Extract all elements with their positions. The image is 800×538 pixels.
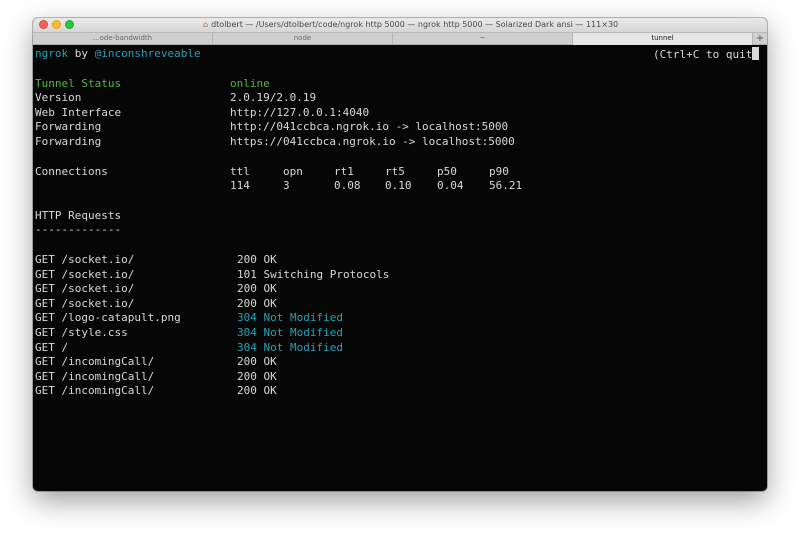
forwarding-label: Forwarding: [35, 120, 102, 133]
request-path: GET /style.css: [35, 326, 128, 339]
connections-col-p50: p50: [437, 165, 457, 178]
home-folder-icon: ⌂: [203, 20, 209, 29]
tab-code-bandwidth[interactable]: ...ode-bandwidth: [33, 33, 213, 45]
connections-col-ttl: ttl: [230, 165, 250, 178]
app-name: ngrok: [35, 47, 69, 60]
add-tab-button[interactable]: +: [752, 33, 767, 45]
response-status: 304 Not Modified: [237, 326, 343, 339]
connections-p50-value: 0.04: [437, 179, 464, 192]
terminal-window: ⌂ dtolbert — /Users/dtolbert/code/ngrok h…: [33, 18, 767, 491]
status-value: online: [230, 77, 270, 90]
request-path: GET /incomingCall/: [35, 370, 155, 383]
response-status: 200 OK: [237, 370, 277, 383]
text-cursor: [752, 47, 760, 60]
connections-col-p90: p90: [489, 165, 509, 178]
by-text: by: [74, 47, 88, 60]
response-status: 304 Not Modified: [237, 311, 343, 324]
title-bar[interactable]: ⌂ dtolbert — /Users/dtolbert/code/ngrok h…: [33, 18, 767, 32]
close-window-button[interactable]: [39, 20, 48, 29]
response-status: 200 OK: [237, 355, 277, 368]
zoom-window-button[interactable]: [65, 20, 74, 29]
request-path: GET /socket.io/: [35, 268, 135, 281]
http-requests-rule: -------------: [35, 223, 122, 236]
connections-rt5-value: 0.10: [385, 179, 412, 192]
request-path: GET /incomingCall/: [35, 355, 155, 368]
request-path: GET /socket.io/: [35, 297, 135, 310]
web-interface-label: Web Interface: [35, 106, 122, 119]
forwarding-https-value: https://041ccbca.ngrok.io -> localhost:5…: [230, 135, 515, 148]
request-path: GET /: [35, 341, 69, 354]
tab-bar: ...ode-bandwidth node ~ tunnel +: [33, 32, 767, 45]
request-path: GET /socket.io/: [35, 253, 135, 266]
window-title: ⌂ dtolbert — /Users/dtolbert/code/ngrok h…: [203, 20, 619, 29]
connections-opn-value: 3: [283, 179, 290, 192]
response-status: 304 Not Modified: [237, 341, 343, 354]
version-label: Version: [35, 91, 82, 104]
response-status: 200 OK: [237, 282, 277, 295]
request-path: GET /incomingCall/: [35, 384, 155, 397]
ngrok-banner: ngrok by @inconshreveable: [35, 47, 201, 61]
tab-home[interactable]: ~: [393, 33, 573, 45]
minimize-window-button[interactable]: [52, 20, 61, 29]
status-label: Tunnel Status: [35, 77, 122, 90]
connections-col-rt1: rt1: [334, 165, 354, 178]
connections-rt1-value: 0.08: [334, 179, 361, 192]
quit-hint: (Ctrl+C to quit: [653, 47, 760, 62]
response-status: 200 OK: [237, 384, 277, 397]
web-interface-value: http://127.0.0.1:4040: [230, 106, 370, 119]
http-requests-heading: HTTP Requests: [35, 209, 122, 222]
request-path: GET /logo-catapult.png: [35, 311, 181, 324]
forwarding-http-value: http://041ccbca.ngrok.io -> localhost:50…: [230, 120, 509, 133]
connections-col-opn: opn: [283, 165, 303, 178]
terminal-output[interactable]: ngrok by @inconshreveable (Ctrl+C to qui…: [33, 45, 767, 491]
response-status: 200 OK: [237, 297, 277, 310]
connections-ttl-value: 114: [230, 179, 250, 192]
connections-p90-value: 56.21: [489, 179, 523, 192]
connections-col-rt5: rt5: [385, 165, 405, 178]
response-status: 101 Switching Protocols: [237, 268, 390, 281]
request-path: GET /socket.io/: [35, 282, 135, 295]
author-handle: @inconshreveable: [94, 47, 201, 60]
tab-tunnel[interactable]: tunnel: [573, 33, 753, 45]
tab-node[interactable]: node: [213, 33, 393, 45]
version-value: 2.0.19/2.0.19: [230, 91, 317, 104]
connections-label: Connections: [35, 165, 108, 178]
forwarding-label: Forwarding: [35, 135, 102, 148]
response-status: 200 OK: [237, 253, 277, 266]
